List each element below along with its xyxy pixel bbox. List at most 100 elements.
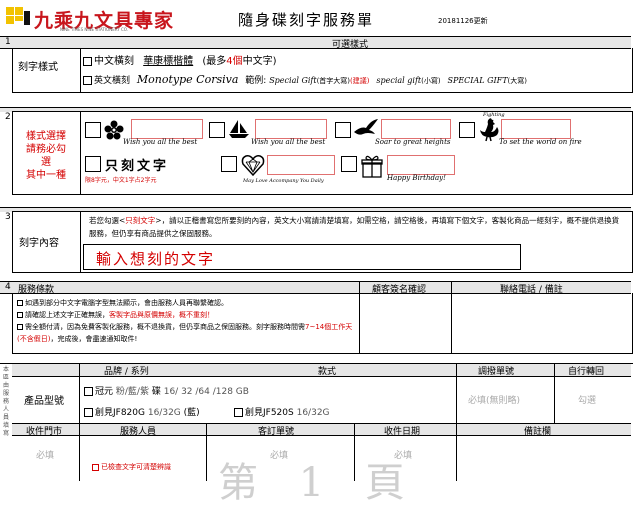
receipt-header-row: 收件門市 服務人員 客訂單號 收件日期 備註欄 [12, 424, 631, 437]
chinese-note-a: (最多 [202, 56, 227, 67]
product-option-2-checkbox[interactable] [84, 408, 93, 417]
style-gift-caption: Happy Birthday! [387, 174, 446, 182]
product-option-1-checkbox[interactable] [84, 387, 93, 396]
diamond-heart-icon [241, 155, 265, 176]
chinese-checkbox[interactable] [83, 56, 92, 66]
section1-box: 刻字樣式 中文橫刻 華康標楷體 (最多4個中文字) 英文橫刻 Monotype … [12, 48, 633, 93]
chinese-font-name: 華康標楷體 [143, 56, 194, 67]
style-eagle-checkbox[interactable] [335, 122, 351, 138]
style-flower-text-box[interactable] [131, 119, 203, 139]
example-4-note: (大寫) [507, 77, 527, 85]
terms-bullet-1 [17, 300, 23, 306]
rooster-icon [480, 118, 499, 142]
instr-part-c: >，請以正楷書寫您所要刻的內容，英文大小寫請清楚填寫，如需空格，請空格後，再填寫… [89, 216, 620, 238]
style-eagle-caption: Soar to great heights [375, 138, 451, 146]
example-3-note: (小寫) [421, 77, 441, 85]
brand-heading: 品牌 / 系列 [104, 367, 149, 377]
section5: 本區由服務人員填寫 品牌 / 系列 款式 調撥單號 自行轉回 產品型號 冠元 粉… [0, 363, 633, 506]
opt2-model: 創見JF820G [95, 408, 145, 418]
product-label: 產品型號 [24, 396, 64, 407]
style-rooster-checkbox[interactable] [459, 122, 475, 138]
update-date: 20181126更新 [438, 17, 488, 25]
text-only-label: 只刻文字 [105, 159, 170, 174]
style-flower-caption: Wish you all the best [123, 138, 198, 146]
chinese-note-c: 中文字) [242, 56, 277, 67]
product-header-row: 品牌 / 系列 款式 調撥單號 自行轉回 [12, 364, 631, 377]
style-rooster-caption: To set the world on fire [499, 138, 582, 146]
english-checkbox[interactable] [83, 76, 92, 85]
eagle-icon [354, 119, 378, 135]
chinese-option-row: 中文橫刻 華康標楷體 (最多4個中文字) [83, 52, 277, 67]
style-gift-checkbox[interactable] [341, 156, 357, 172]
style-boat-caption: Wish you all the best [251, 138, 326, 146]
section4-number: 4 [5, 282, 11, 292]
english-font-name: Monotype Corsiva [136, 73, 239, 86]
style-boat-text-box[interactable] [255, 119, 327, 139]
instr-part-a: 若您勾選< [89, 216, 126, 225]
staff-check-checkbox[interactable] [92, 463, 99, 471]
terms-bullet-2 [17, 312, 23, 318]
section2-side-label: 樣式選擇 請務必勾選 其中一種 [25, 130, 67, 182]
style-diamond-checkbox[interactable] [221, 156, 237, 172]
example-1-note: (首字大寫) [316, 77, 351, 85]
english-option-row: 英文橫刻 Monotype Corsiva 範例: Special Gift(首… [83, 73, 527, 86]
terms-bullet-3 [17, 324, 23, 330]
style-eagle-text-box[interactable] [381, 119, 451, 139]
logo-subtitle: NINE TIMES NINE STATIONERY CO. [60, 27, 129, 32]
page-watermark: 第 1 頁 [218, 460, 419, 506]
term-1: 如遇到部分中文字電腦字型無法顯示，會由服務人員再聯繫確認。 [25, 299, 228, 307]
example-2-note: (建議) [350, 77, 370, 85]
gift-box-icon [361, 155, 383, 178]
staff-check-note: 已檢查文字可清楚辨識 [101, 463, 171, 471]
style-rooster-text-box[interactable] [501, 119, 571, 139]
signature-field[interactable] [361, 295, 449, 351]
style-flower-checkbox[interactable] [85, 122, 101, 138]
term-3a: 需全額付清，因為免費客製化服務，概不退換貨，但仍享商品之保固服務。 [25, 323, 256, 331]
page-title: 隨身碟刻字服務單 [238, 11, 375, 29]
product-option-3-checkbox[interactable] [234, 408, 243, 417]
stock-number-field[interactable]: 必填(無則略) [468, 393, 520, 406]
model-heading: 款式 [318, 367, 337, 377]
engraving-text-input[interactable]: 輸入想刻的文字 [83, 244, 521, 270]
section3-number: 3 [5, 212, 11, 222]
term-2a: 請確認上述文字正確無誤， [25, 311, 109, 319]
section2-box: 樣式選擇 請務必勾選 其中一種 Wish you all the best Wi… [12, 111, 633, 195]
section1-number: 1 [5, 37, 11, 47]
header: 九乘九文具專家 NINE TIMES NINE STATIONERY CO. 隨… [0, 0, 633, 36]
memo-field[interactable] [458, 436, 630, 481]
text-only-note: 限8字元，中文1字占2字元 [85, 177, 157, 184]
phone-field[interactable] [453, 295, 629, 351]
terms-text: 如遇到部分中文字電腦字型無法顯示，會由服務人員再聯繫確認。 請確認上述文字正確無… [17, 297, 357, 345]
staff-only-vertical-label: 本區由服務人員填寫 [2, 366, 9, 437]
example-1: Special Gift [269, 76, 317, 85]
english-option-label: 英文橫刻 [94, 76, 131, 86]
instr-part-b: 只刻文字 [125, 216, 156, 225]
style-diamond-text-box[interactable] [267, 155, 335, 175]
return-checkbox-field[interactable]: 勾選 [578, 393, 596, 406]
side-label-line1: 樣式選擇 [26, 131, 66, 142]
opt1-brand: 冠元 [95, 387, 114, 397]
section1-side-label: 刻字樣式 [18, 62, 58, 73]
style-diamond-caption: May Love Accompany You Daily [243, 178, 324, 184]
logo-icon [6, 7, 30, 25]
product-option-1: 冠元 粉/藍/紫 碟 16/ 32 /64 /128 GB [84, 384, 249, 397]
chinese-option-label: 中文橫刻 [94, 56, 134, 67]
style-boat-checkbox[interactable] [209, 122, 225, 138]
opt3-model: 創見JF520S [245, 408, 294, 418]
section3-side-label: 刻字內容 [19, 238, 59, 249]
receipt-row: 必填 已檢查文字可清楚辨識 必填 必填 第 1 頁 [12, 424, 631, 506]
side-label-line2: 請務必勾選 [26, 144, 66, 168]
store-field[interactable]: 必填 [36, 448, 54, 461]
product-option-2: 創見JF820G 16/32G (藍) [84, 405, 200, 418]
term-2b: 客製字品與原價無誤，概不重刻！ [109, 311, 214, 319]
style-text-only-checkbox[interactable] [85, 156, 101, 172]
staff-field[interactable]: 已檢查文字可清楚辨識 [92, 462, 171, 472]
style-gift-text-box[interactable] [387, 155, 455, 175]
chinese-note-b: 4個 [226, 56, 243, 67]
section4-box: 如遇到部分中文字電腦字型無法顯示，會由服務人員再聯繫確認。 請確認上述文字正確無… [12, 281, 633, 354]
example-4: SPECIAL GIFT [447, 76, 508, 85]
english-example-label: 範例: [245, 76, 267, 86]
opt1-type: 碟 [151, 387, 161, 397]
sailboat-icon [229, 120, 249, 138]
opt1-colors: 粉/藍/紫 [115, 387, 149, 397]
